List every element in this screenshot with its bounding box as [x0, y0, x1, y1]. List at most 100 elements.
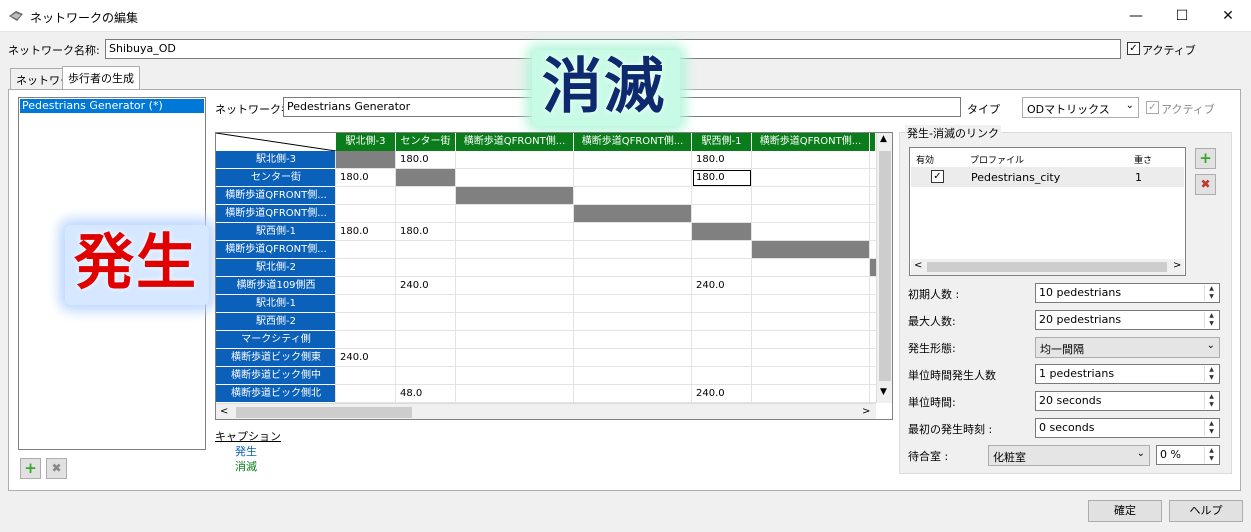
matrix-cell[interactable]: [460, 313, 572, 331]
matrix-cell[interactable]: [460, 367, 572, 385]
matrix-cell[interactable]: [578, 313, 690, 331]
matrix-cell[interactable]: [578, 277, 690, 295]
matrix-cell[interactable]: [756, 151, 868, 169]
matrix-cell[interactable]: [578, 151, 690, 169]
matrix-cell[interactable]: [578, 259, 690, 277]
matrix-cell[interactable]: [460, 295, 572, 313]
link-enabled-checkbox[interactable]: ✓: [931, 170, 944, 183]
matrix-cell[interactable]: [756, 367, 868, 385]
matrix-cell[interactable]: [340, 277, 394, 295]
matrix-cell[interactable]: [340, 385, 394, 403]
generator-active-checkbox[interactable]: ✓: [1146, 101, 1159, 114]
matrix-cell[interactable]: [696, 259, 750, 277]
od-matrix-grid[interactable]: 駅北側-3 センター街 横断歩道QFRONT側... 横断歩道QFRONT側... 駅西…: [215, 132, 893, 420]
waiting-room-select[interactable]: 化粧室 ⌄: [988, 445, 1150, 466]
matrix-cell[interactable]: [578, 241, 690, 259]
matrix-cell[interactable]: [578, 349, 690, 367]
matrix-cell[interactable]: [578, 367, 690, 385]
matrix-cell[interactable]: 180.0: [696, 151, 750, 169]
matrix-cell[interactable]: [756, 259, 868, 277]
matrix-cell[interactable]: [756, 349, 868, 367]
matrix-cell[interactable]: [756, 331, 868, 349]
horizontal-scrollbar[interactable]: < >: [216, 403, 876, 419]
max-count-input[interactable]: 20 pedestrians ▲ ▼: [1035, 310, 1220, 330]
matrix-cell[interactable]: [400, 187, 454, 205]
matrix-cell[interactable]: [578, 187, 690, 205]
matrix-cell[interactable]: [340, 187, 394, 205]
matrix-cell[interactable]: 240.0: [400, 277, 454, 295]
matrix-cell[interactable]: [400, 367, 454, 385]
matrix-cell[interactable]: [756, 187, 868, 205]
matrix-cell[interactable]: 180.0: [340, 223, 394, 241]
matrix-cell[interactable]: [340, 259, 394, 277]
spinner-icon[interactable]: ▲ ▼: [1204, 285, 1218, 301]
links-row[interactable]: ✓ Pedestrians_city 1: [911, 167, 1184, 187]
matrix-cell[interactable]: [696, 313, 750, 331]
matrix-cell[interactable]: [400, 259, 454, 277]
matrix-cell[interactable]: [400, 295, 454, 313]
matrix-cell[interactable]: [460, 151, 572, 169]
matrix-cell[interactable]: [460, 277, 572, 295]
type-select[interactable]: ODマトリックス ⌄: [1022, 97, 1139, 118]
matrix-cell[interactable]: [756, 313, 868, 331]
matrix-cell[interactable]: [756, 223, 868, 241]
matrix-cell[interactable]: [578, 331, 690, 349]
matrix-cell[interactable]: [460, 385, 572, 403]
matrix-cell[interactable]: [400, 205, 454, 223]
h-scroll-thumb[interactable]: [236, 407, 412, 418]
matrix-cell[interactable]: [696, 241, 750, 259]
ok-button[interactable]: 確定: [1088, 500, 1162, 522]
matrix-cell[interactable]: [340, 205, 394, 223]
links-table[interactable]: 有効 プロファイル 重さ ✓ Pedestrians_city 1 < >: [909, 147, 1186, 276]
delete-link-button[interactable]: ✖: [1195, 174, 1216, 195]
matrix-cell[interactable]: [578, 385, 690, 403]
unit-time-input[interactable]: 20 seconds ▲ ▼: [1035, 391, 1220, 411]
initial-count-input[interactable]: 10 pedestrians ▲ ▼: [1035, 283, 1220, 303]
pattern-select[interactable]: 均一間隔 ⌄: [1035, 337, 1220, 358]
matrix-cell[interactable]: [340, 295, 394, 313]
matrix-cell[interactable]: 180.0: [400, 223, 454, 241]
generator-list-item[interactable]: Pedestrians Generator (*): [20, 99, 204, 113]
matrix-cell[interactable]: [340, 367, 394, 385]
minimize-button[interactable]: —: [1113, 0, 1159, 32]
matrix-cell[interactable]: [696, 187, 750, 205]
matrix-cell[interactable]: [696, 205, 750, 223]
matrix-cell[interactable]: [460, 259, 572, 277]
matrix-cell[interactable]: [756, 295, 868, 313]
per-unit-input[interactable]: 1 pedestrians ▲ ▼: [1035, 364, 1220, 384]
links-scroll-thumb[interactable]: [927, 262, 1167, 272]
add-link-button[interactable]: +: [1195, 148, 1216, 169]
add-generator-button[interactable]: +: [20, 458, 41, 479]
matrix-cell[interactable]: [460, 223, 572, 241]
matrix-cell[interactable]: [578, 223, 690, 241]
vertical-scrollbar[interactable]: ▲ ▼: [876, 133, 892, 403]
close-button[interactable]: ✕: [1205, 0, 1251, 32]
waiting-percent-input[interactable]: 0 % ▲ ▼: [1156, 445, 1220, 465]
matrix-cell[interactable]: [696, 295, 750, 313]
matrix-cell[interactable]: [578, 169, 690, 187]
matrix-cell[interactable]: [460, 169, 572, 187]
matrix-cell[interactable]: 240.0: [340, 349, 394, 367]
matrix-cell[interactable]: [400, 241, 454, 259]
matrix-cell[interactable]: [460, 331, 572, 349]
matrix-cell[interactable]: [400, 313, 454, 331]
matrix-cell[interactable]: [460, 241, 572, 259]
matrix-cell[interactable]: [756, 169, 868, 187]
matrix-cell[interactable]: [340, 241, 394, 259]
links-h-scrollbar[interactable]: < >: [911, 259, 1184, 275]
matrix-cell[interactable]: [400, 349, 454, 367]
spinner-icon[interactable]: ▲ ▼: [1204, 366, 1218, 382]
delete-generator-button[interactable]: ✖: [46, 458, 67, 479]
spinner-icon[interactable]: ▲ ▼: [1204, 420, 1218, 436]
network-active-checkbox[interactable]: ✓: [1127, 42, 1140, 55]
matrix-cell[interactable]: 180.0: [400, 151, 454, 169]
matrix-cell[interactable]: 240.0: [696, 385, 750, 403]
matrix-cell[interactable]: [400, 331, 454, 349]
scroll-thumb[interactable]: [879, 151, 891, 381]
spinner-icon[interactable]: ▲ ▼: [1204, 447, 1218, 463]
matrix-cell[interactable]: 180.0: [340, 169, 394, 187]
spinner-icon[interactable]: ▲ ▼: [1204, 312, 1218, 328]
matrix-cell[interactable]: [340, 331, 394, 349]
help-button[interactable]: ヘルプ: [1169, 500, 1243, 522]
matrix-cell[interactable]: 240.0: [696, 277, 750, 295]
